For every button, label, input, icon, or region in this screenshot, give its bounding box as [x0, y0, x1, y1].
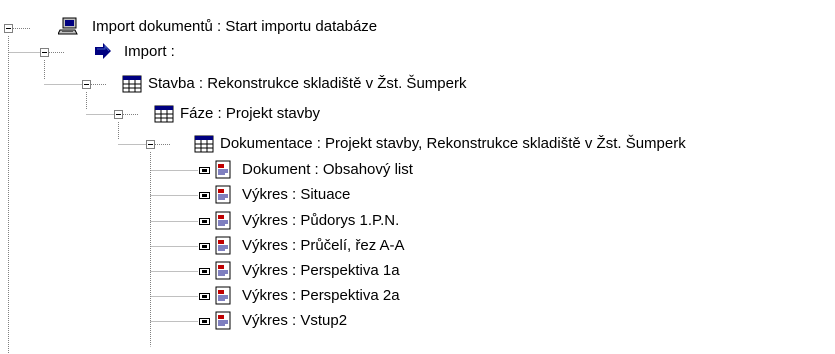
collapse-toggle-icon[interactable]	[4, 24, 13, 33]
table-icon	[194, 135, 214, 153]
leaf-marker-icon	[199, 192, 210, 199]
tree-node-label: Dokumentace : Projekt stavby, Rekonstruk…	[220, 135, 686, 152]
leaf-marker-icon	[199, 218, 210, 225]
tree-leaf-label: Výkres : Perspektiva 2a	[242, 287, 400, 304]
leaf-marker-icon	[199, 268, 210, 275]
tree-leaf-label: Výkres : Průčelí, řez A-A	[242, 237, 405, 254]
tree-node-label: Import dokumentů : Start importu databáz…	[92, 18, 378, 35]
arrow-right-icon	[95, 43, 111, 59]
leaf-marker-icon	[199, 318, 210, 325]
tree-leaf-label: Dokument : Obsahový list	[242, 161, 413, 178]
collapse-toggle-icon[interactable]	[82, 80, 91, 89]
computer-icon	[58, 17, 78, 35]
document-icon	[215, 185, 231, 204]
table-icon	[122, 75, 142, 93]
document-icon	[215, 286, 231, 305]
tree-node-label: Import :	[124, 43, 175, 60]
tree-leaf-label: Výkres : Situace	[242, 186, 351, 203]
collapse-toggle-icon[interactable]	[40, 48, 49, 57]
document-icon	[215, 236, 231, 255]
leaf-marker-icon	[199, 293, 210, 300]
collapse-toggle-icon[interactable]	[114, 110, 123, 119]
leaf-marker-icon	[199, 243, 210, 250]
document-icon	[215, 261, 231, 280]
tree-leaf-label: Výkres : Perspektiva 1a	[242, 262, 400, 279]
document-icon	[215, 160, 231, 179]
collapse-toggle-icon[interactable]	[146, 140, 155, 149]
tree-node-label: Fáze : Projekt stavby	[180, 105, 321, 122]
table-icon	[154, 105, 174, 123]
leaf-marker-icon	[199, 167, 210, 174]
tree-leaf-label: Výkres : Vstup2	[242, 312, 348, 329]
document-icon	[215, 211, 231, 230]
document-icon	[215, 311, 231, 330]
tree-view[interactable]: Import dokumentů : Start importu databáz…	[0, 0, 835, 354]
tree-leaf-label: Výkres : Půdorys 1.P.N.	[242, 212, 400, 229]
tree-node-label: Stavba : Rekonstrukce skladiště v Žst. Š…	[148, 75, 467, 92]
